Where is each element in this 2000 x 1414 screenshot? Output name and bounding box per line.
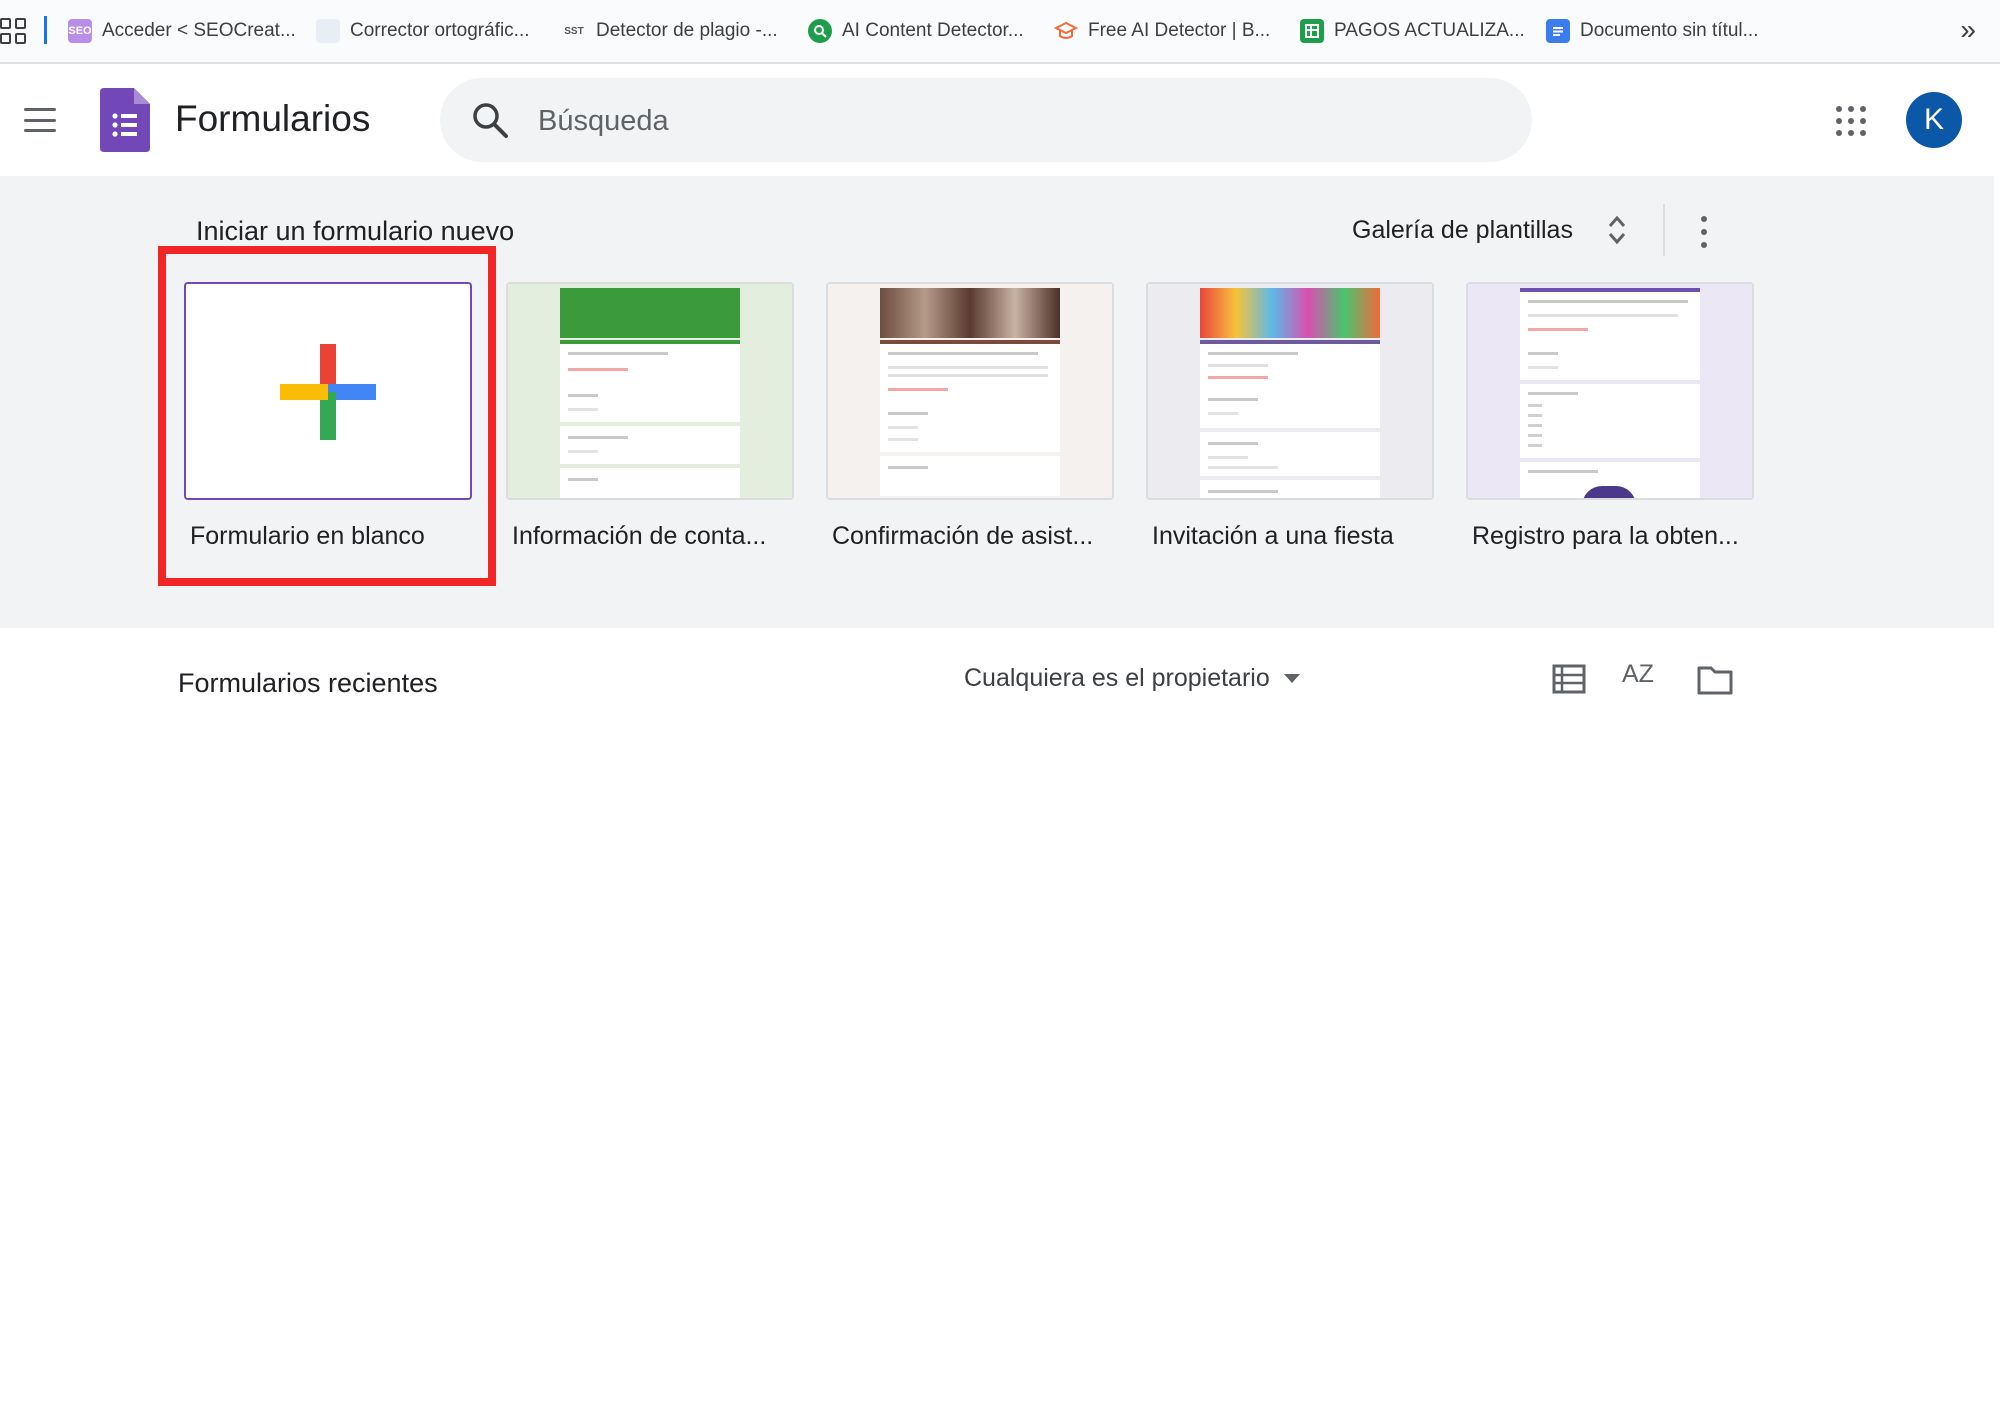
- app-title: Formularios: [175, 98, 371, 139]
- list-view-icon[interactable]: [1552, 664, 1586, 694]
- template-sheet: [1200, 340, 1380, 388]
- search-input[interactable]: [536, 98, 1440, 144]
- sheets-icon: [1300, 19, 1324, 43]
- template-sheet: [1520, 462, 1700, 498]
- template-label[interactable]: Confirmación de asist...: [832, 522, 1093, 551]
- seo-favicon-icon: SEO: [68, 19, 92, 43]
- more-bookmarks-icon[interactable]: »: [1960, 14, 1976, 46]
- template-card-contact[interactable]: [506, 282, 794, 500]
- template-label[interactable]: Información de conta...: [512, 522, 766, 551]
- apps-shortcut-icon[interactable]: [0, 18, 26, 44]
- bookmark-free-ai-detector[interactable]: Free AI Detector | B...: [1054, 14, 1270, 48]
- template-sheet: [1200, 480, 1380, 498]
- bookmark-documento[interactable]: Documento sin títul...: [1546, 14, 1758, 48]
- template-sheet: [880, 340, 1060, 402]
- bookmark-label: Acceder < SEOCreat...: [102, 20, 296, 41]
- template-header-image: [880, 288, 1060, 338]
- sst-favicon-icon: SST: [564, 25, 584, 37]
- template-sheet: [1520, 384, 1700, 458]
- bookmark-label: PAGOS ACTUALIZA...: [1334, 20, 1525, 41]
- graduation-cap-icon: [1054, 19, 1078, 43]
- search-icon[interactable]: [470, 100, 510, 140]
- template-sheet: [880, 456, 1060, 496]
- recent-forms-title: Formularios recientes: [178, 668, 438, 698]
- template-sheet: [1200, 432, 1380, 476]
- template-label[interactable]: Registro para la obten...: [1472, 522, 1739, 551]
- bookmark-label: Corrector ortográfic...: [350, 20, 530, 41]
- sort-label: AZ: [1622, 660, 1654, 688]
- folder-icon[interactable]: [1696, 664, 1734, 696]
- bookmark-seocreator[interactable]: SEO Acceder < SEOCreat...: [68, 14, 296, 48]
- template-sheet: [1520, 288, 1700, 342]
- toolbar-divider: [1663, 204, 1665, 256]
- corrector-favicon-icon: [316, 19, 340, 43]
- owner-filter-label: Cualquiera es el propietario: [964, 664, 1270, 692]
- template-card-tshirt[interactable]: [1466, 282, 1754, 500]
- template-header-image: [1200, 288, 1380, 338]
- bookmarks-bar: SEO Acceder < SEOCreat... Corrector orto…: [0, 0, 2000, 64]
- ai-content-favicon-icon: [808, 19, 832, 43]
- main-menu-icon[interactable]: [24, 108, 56, 132]
- template-sheet: [880, 402, 1060, 452]
- template-header-image: [560, 288, 740, 338]
- template-sheet: [560, 426, 740, 464]
- bookmark-corrector[interactable]: Corrector ortográfic...: [316, 14, 530, 48]
- bookmark-label: AI Content Detector...: [842, 20, 1024, 41]
- section-title: Iniciar un formulario nuevo: [196, 216, 515, 246]
- bookmark-detector-plagio[interactable]: SST Detector de plagio -...: [562, 14, 778, 48]
- bookmark-pagos[interactable]: PAGOS ACTUALIZA...: [1300, 14, 1525, 48]
- bookmark-label: Detector de plagio -...: [596, 20, 778, 41]
- template-gallery-button[interactable]: Galería de plantillas: [1352, 216, 1573, 245]
- owner-filter-dropdown[interactable]: Cualquiera es el propietario: [964, 664, 1300, 693]
- dropdown-caret-icon: [1283, 674, 1300, 683]
- bookmark-label: Documento sin títul...: [1580, 20, 1759, 41]
- bookmarks-separator: [44, 16, 47, 44]
- unfold-icon[interactable]: [1606, 212, 1628, 248]
- sort-az-icon[interactable]: AZ: [1622, 660, 1660, 696]
- template-sheet: [560, 340, 740, 384]
- google-apps-icon[interactable]: [1836, 106, 1866, 136]
- account-avatar[interactable]: K: [1906, 92, 1962, 148]
- template-label[interactable]: Invitación a una fiesta: [1152, 522, 1394, 551]
- template-sheet: [1520, 342, 1700, 380]
- template-sheet: [560, 384, 740, 422]
- search-bar: [440, 78, 1532, 162]
- bookmark-label: Free AI Detector | B...: [1088, 20, 1271, 41]
- template-card-rsvp[interactable]: [826, 282, 1114, 500]
- docs-icon: [1546, 19, 1570, 43]
- bookmark-ai-content-detector[interactable]: AI Content Detector...: [808, 14, 1024, 48]
- more-options-icon[interactable]: [1700, 216, 1708, 248]
- app-header: Formularios K: [0, 64, 2000, 176]
- selection-highlight: [158, 246, 496, 586]
- template-sheet: [560, 468, 740, 498]
- template-sheet: [1200, 388, 1380, 428]
- template-card-party[interactable]: [1146, 282, 1434, 500]
- forms-logo-icon: [100, 88, 150, 152]
